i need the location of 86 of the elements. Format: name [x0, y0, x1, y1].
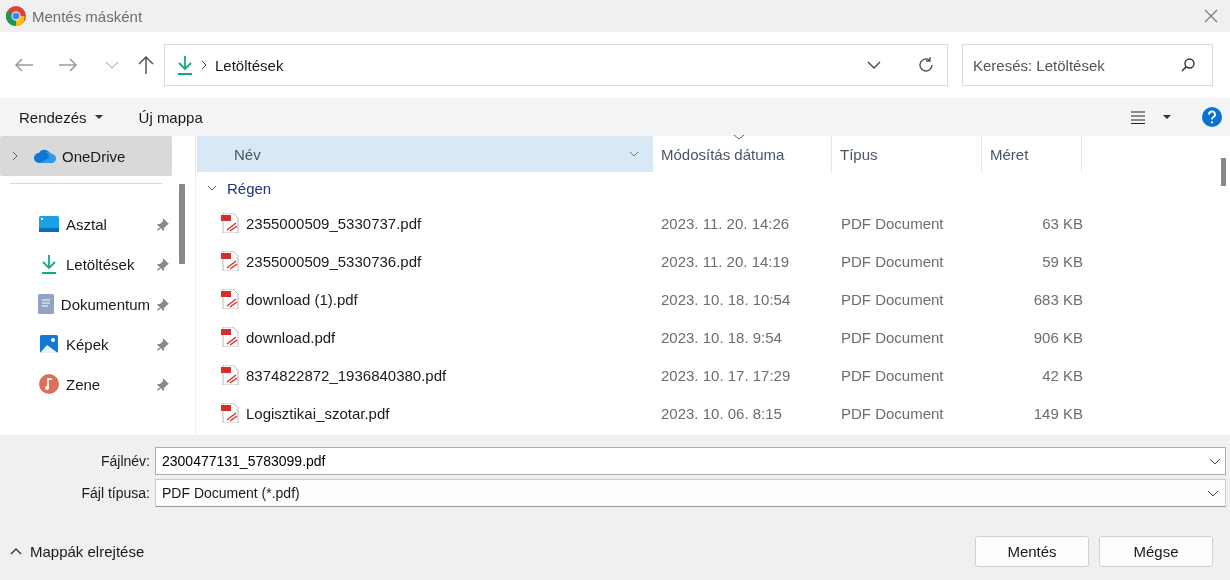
field-label: Fájlnév: — [99, 453, 150, 469]
new-folder-button[interactable]: Új mappa — [129, 104, 212, 130]
breadcrumb-item[interactable]: Letöltések — [215, 56, 859, 74]
table-cell-text: 683 KB — [1032, 290, 1083, 308]
file-name[interactable]: 2355000509_5330737.pdf — [246, 214, 422, 232]
pdf-file-icon — [221, 365, 239, 385]
table-cell-text: 2023. 10. 06. 8:15 — [661, 404, 783, 422]
scrollbar-thumb[interactable] — [1220, 158, 1226, 186]
chevron-down-icon[interactable] — [207, 185, 217, 191]
list-view-icon — [1131, 110, 1145, 124]
table-cell-text: PDF Document — [841, 252, 945, 270]
file-name[interactable]: 8374822872_1936840380.pdf — [246, 366, 447, 384]
pdf-file-icon — [221, 289, 239, 309]
download-icon — [177, 55, 193, 75]
pin-icon[interactable] — [156, 257, 170, 271]
chevron-down-icon — [105, 61, 119, 69]
music-icon — [39, 374, 59, 394]
cancel-button[interactable]: Mégse — [1099, 536, 1213, 567]
table-cell-text: PDF Document — [841, 328, 945, 346]
column-header[interactable]: Méret — [982, 136, 1082, 172]
table-cell-text: 906 KB — [1032, 328, 1083, 346]
cloud-icon — [34, 149, 56, 163]
search-field[interactable]: Keresés: Letöltések — [962, 44, 1213, 86]
browser-logo-icon — [6, 6, 26, 26]
scrollbar-thumb[interactable] — [179, 184, 185, 264]
table-cell-text: 149 KB — [1032, 404, 1083, 422]
chevron-down-icon — [1207, 489, 1219, 497]
chevron-right-icon — [201, 60, 207, 70]
table-cell-text: 59 KB — [1041, 252, 1083, 270]
sidebar-item[interactable]: Asztal — [0, 204, 172, 244]
chevron-up-icon — [10, 548, 22, 555]
search-icon — [1181, 58, 1195, 72]
hide-folders-button[interactable]: Mappák elrejtése — [10, 543, 145, 560]
caret-icon — [94, 115, 103, 119]
refresh-icon[interactable] — [917, 56, 935, 74]
table-cell-text: PDF Document — [841, 404, 945, 422]
sidebar-item[interactable]: OneDrive — [0, 136, 172, 176]
table-cell-text: 2023. 10. 17. 17:29 — [661, 366, 792, 384]
help-button[interactable] — [1202, 107, 1222, 127]
pdf-file-icon — [221, 403, 239, 423]
file-name[interactable]: Logisztikai_szotar.pdf — [246, 404, 390, 422]
save-button[interactable]: Mentés — [975, 536, 1089, 567]
column-header[interactable]: Típus — [832, 136, 982, 172]
chevron-right-icon[interactable] — [12, 151, 18, 161]
download-icon — [41, 254, 57, 274]
desktop-icon — [39, 216, 59, 232]
caret-icon — [1163, 115, 1171, 119]
table-cell-text: PDF Document — [841, 366, 945, 384]
picture-icon — [40, 335, 58, 353]
sort-chevron-icon — [733, 134, 745, 140]
sidebar-item[interactable]: Zene — [0, 364, 172, 404]
close-icon — [1204, 9, 1218, 23]
pdf-file-icon — [221, 251, 239, 271]
column-header[interactable]: Módosítás dátuma — [653, 136, 832, 172]
file-type-dropdown[interactable]: PDF Document (*.pdf) — [155, 479, 1226, 507]
sidebar-item[interactable]: Dokumentum — [0, 284, 172, 324]
file-name[interactable]: download (1).pdf — [246, 290, 358, 308]
column-header[interactable]: Név — [197, 136, 653, 172]
table-cell-text: 42 KB — [1041, 366, 1083, 384]
filename-field[interactable]: 2300477131_5783099.pdf — [155, 447, 1226, 475]
pin-icon[interactable] — [156, 297, 170, 311]
table-cell-text: PDF Document — [841, 290, 945, 308]
window-title: Mentés másként — [32, 7, 144, 25]
pin-icon[interactable] — [156, 377, 170, 391]
group-header[interactable]: Régen — [227, 179, 272, 197]
table-cell-text: 63 KB — [1041, 214, 1083, 232]
document-icon — [38, 294, 55, 314]
sidebar-item[interactable]: Képek — [0, 324, 172, 364]
table-cell-text: 2023. 11. 20. 14:19 — [661, 252, 791, 270]
table-cell-text: 2023. 10. 18. 10:54 — [661, 290, 792, 308]
chevron-down-icon — [1209, 458, 1221, 465]
table-cell-text: 2023. 10. 18. 9:54 — [661, 328, 783, 346]
help-icon — [1202, 107, 1222, 127]
pin-icon[interactable] — [156, 337, 170, 351]
field-label: Fájl típusa: — [80, 485, 150, 501]
file-name[interactable]: 2355000509_5330736.pdf — [246, 252, 422, 270]
sidebar-item[interactable]: Letöltések — [0, 244, 172, 284]
table-cell-text: PDF Document — [841, 214, 945, 232]
pdf-file-icon — [221, 213, 239, 233]
organize-menu-button[interactable]: Rendezés — [10, 104, 112, 130]
pin-icon[interactable] — [156, 217, 170, 231]
table-cell-text: 2023. 11. 20. 14:26 — [661, 214, 791, 232]
pdf-file-icon — [221, 327, 239, 347]
address-bar[interactable]: Letöltések — [164, 44, 948, 86]
file-name[interactable]: download.pdf — [246, 328, 336, 346]
chevron-down-icon[interactable] — [867, 61, 881, 69]
